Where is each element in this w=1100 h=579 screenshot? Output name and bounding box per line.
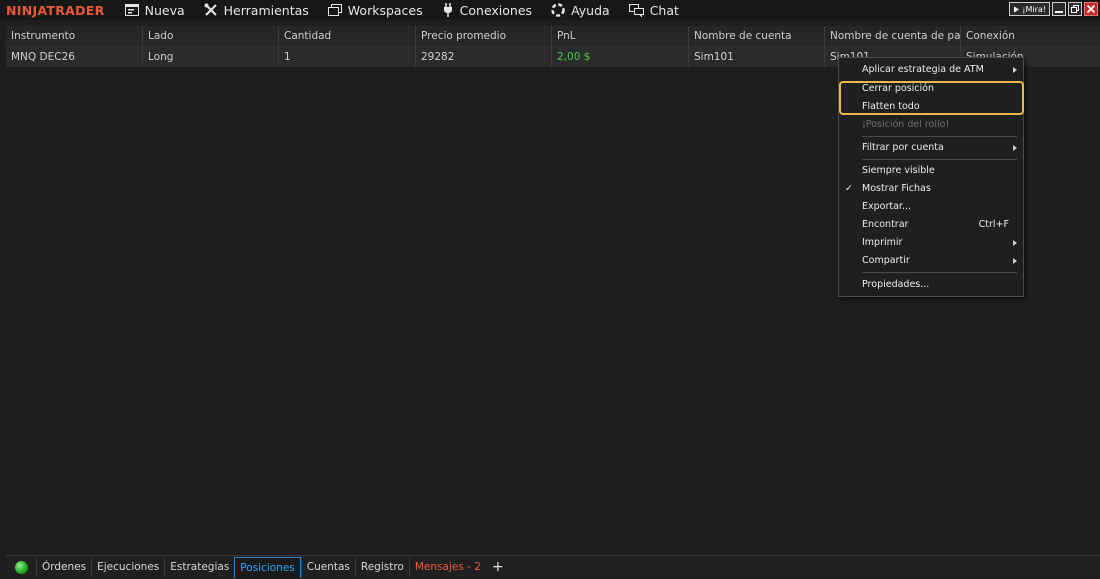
bottom-tab-bar: Órdenes Ejecuciones Estrategias Posicion…	[6, 555, 1100, 578]
menu-conexiones[interactable]: Conexiones	[442, 3, 532, 18]
column-header-precio-promedio[interactable]: Precio promedio	[416, 26, 552, 46]
menu-herramientas[interactable]: Herramientas	[204, 3, 309, 18]
menu-workspaces[interactable]: Workspaces	[327, 2, 423, 18]
tab-cuentas[interactable]: Cuentas	[300, 557, 355, 577]
chat-icon	[628, 3, 644, 17]
mira-button[interactable]: ¡Mira!	[1009, 2, 1050, 16]
tab-ejecuciones[interactable]: Ejecuciones	[91, 557, 164, 577]
column-header-nombre-de-cuenta[interactable]: Nombre de cuenta	[689, 26, 825, 46]
cell-cantidad: 1	[279, 47, 416, 67]
column-header-instrumento[interactable]: Instrumento	[6, 26, 143, 46]
cell-pnl: 2,00 $	[552, 47, 689, 67]
column-header-lado[interactable]: Lado	[143, 26, 279, 46]
close-icon	[1087, 5, 1095, 13]
highlight-box	[839, 81, 1024, 115]
mira-label: ¡Mira!	[1022, 4, 1046, 14]
minimize-icon	[1055, 11, 1063, 13]
menu-chat-label: Chat	[649, 2, 679, 18]
menu-item-siempre-visible[interactable]: Siempre visible	[839, 162, 1023, 180]
menu-item-label: Filtrar por cuenta	[862, 142, 944, 153]
plug-icon	[443, 3, 452, 17]
menu-separator	[862, 272, 1017, 273]
column-header-conexion[interactable]: Conexión	[961, 26, 1100, 46]
menu-item-posicion-del-rollo: ¡Posición del rollo!	[839, 116, 1023, 134]
menu-item-label: Aplicar estrategia de ATM	[862, 64, 984, 75]
column-header-nombre-de-cuenta-de-pantalla[interactable]: Nombre de cuenta de pantall	[825, 26, 961, 46]
menu-item-label: Compartir	[862, 255, 910, 266]
cell-precio-promedio: 29282	[416, 47, 552, 67]
window-controls: ¡Mira!	[1009, 2, 1098, 16]
menu-item-label: Siempre visible	[862, 165, 935, 176]
menu-item-label: Encontrar	[862, 219, 909, 230]
menu-separator	[862, 136, 1017, 137]
new-window-icon	[124, 4, 139, 16]
submenu-arrow-icon	[1013, 145, 1017, 151]
menu-item-label: Propiedades...	[862, 279, 930, 290]
menu-separator	[862, 159, 1017, 160]
menu-conexiones-label: Conexiones	[459, 2, 533, 18]
menu-nueva-label: Nueva	[144, 2, 185, 18]
close-button[interactable]	[1084, 2, 1098, 16]
play-icon	[1014, 6, 1020, 12]
menu-item-mostrar-fichas[interactable]: ✓ Mostrar Fichas	[839, 180, 1023, 198]
app-logo: NINJATRADER	[6, 2, 105, 18]
submenu-arrow-icon	[1013, 258, 1017, 264]
menu-item-exportar[interactable]: Exportar...	[839, 198, 1023, 216]
menu-item-encontrar[interactable]: Encontrar Ctrl+F	[839, 216, 1023, 234]
add-tab-button[interactable]: +	[492, 559, 504, 575]
menu-item-filtrar-por-cuenta[interactable]: Filtrar por cuenta	[839, 139, 1023, 157]
menu-ayuda-label: Ayuda	[571, 2, 610, 18]
cell-nombre-de-cuenta: Sim101	[689, 47, 825, 67]
restore-icon	[1071, 5, 1079, 13]
grid-header: Instrumento Lado Cantidad Precio promedi…	[6, 26, 1100, 47]
submenu-arrow-icon	[1013, 67, 1017, 73]
main-menu-bar: NINJATRADER Nueva Herramientas Workspace…	[0, 0, 1100, 20]
menu-item-label: Exportar...	[862, 201, 912, 212]
connection-status-icon	[15, 560, 28, 574]
restore-button[interactable]	[1068, 2, 1082, 16]
tab-registro[interactable]: Registro	[354, 557, 409, 577]
tab-mensajes[interactable]: Mensajes - 2	[408, 557, 486, 577]
menu-item-compartir[interactable]: Compartir	[839, 252, 1023, 270]
help-icon	[551, 3, 565, 17]
menu-chat[interactable]: Chat	[628, 2, 679, 18]
column-header-cantidad[interactable]: Cantidad	[279, 26, 416, 46]
menu-item-label: Imprimir	[862, 237, 903, 248]
checkmark-icon: ✓	[845, 183, 853, 194]
minimize-button[interactable]	[1052, 2, 1066, 16]
menu-item-shortcut: Ctrl+F	[978, 219, 1009, 230]
cell-instrumento: MNQ DEC26	[6, 47, 143, 67]
tab-ordenes[interactable]: Órdenes	[36, 557, 91, 577]
menu-herramientas-label: Herramientas	[223, 2, 309, 18]
menu-nueva[interactable]: Nueva	[124, 2, 185, 18]
menu-item-propiedades[interactable]: Propiedades...	[839, 276, 1023, 294]
menu-item-imprimir[interactable]: Imprimir	[839, 234, 1023, 252]
tools-icon	[204, 3, 217, 16]
menu-item-label: Mostrar Fichas	[862, 183, 931, 194]
menu-item-aplicar-estrategia-atm[interactable]: Aplicar estrategia de ATM	[839, 61, 1023, 79]
column-header-pnl[interactable]: PnL	[552, 26, 689, 46]
menu-workspaces-label: Workspaces	[347, 2, 423, 18]
tab-estrategias[interactable]: Estrategias	[164, 557, 234, 577]
submenu-arrow-icon	[1013, 240, 1017, 246]
cell-lado: Long	[143, 47, 279, 67]
workspaces-icon	[327, 4, 342, 16]
tab-posiciones[interactable]: Posiciones	[234, 556, 301, 578]
menu-item-label: ¡Posición del rollo!	[862, 119, 950, 130]
menu-ayuda[interactable]: Ayuda	[551, 3, 610, 18]
